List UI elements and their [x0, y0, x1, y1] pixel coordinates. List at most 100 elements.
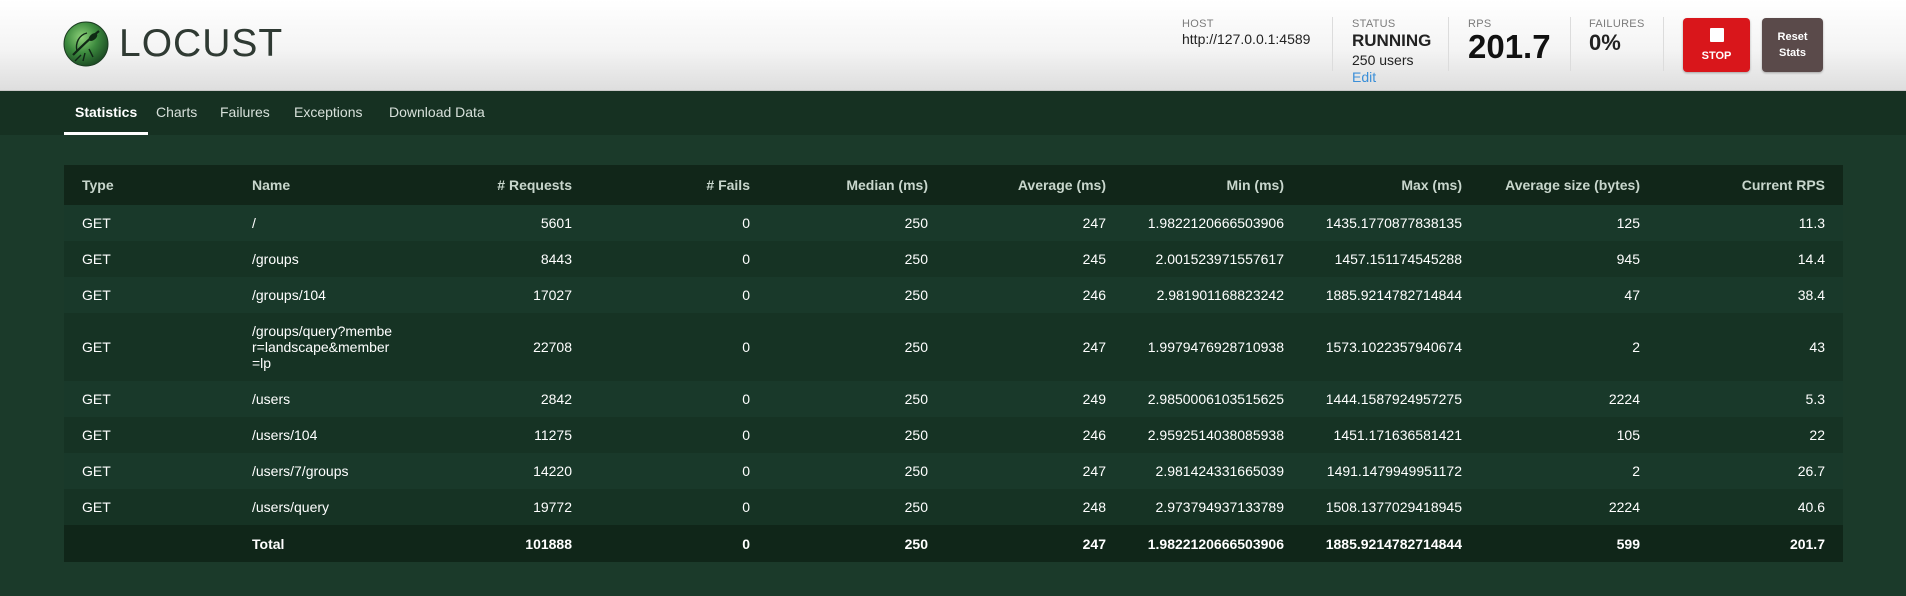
table-cell: 17027 [533, 287, 572, 303]
reset-stats-button[interactable]: Reset Stats [1762, 18, 1823, 72]
table-cell: 0 [742, 499, 750, 515]
locust-logo[interactable]: LOCUST [63, 19, 283, 69]
table-header-row: Type Name # Requests # Fails Median (ms)… [64, 165, 1843, 205]
tab-bar: Statistics Charts Failures Exceptions Do… [0, 91, 1906, 135]
table-row: GET/users/104 11275 0 250 246 2.9592514038085… [64, 417, 1843, 453]
table-cell: GET [82, 339, 111, 355]
total-row: Total 101888 0 250 247 1.982212066650390… [64, 525, 1843, 562]
stats-table-container: Type Name # Requests # Fails Median (ms)… [64, 165, 1843, 562]
total-cell: 101888 [525, 535, 572, 552]
table-cell: 2.973794937133789 [1155, 499, 1284, 515]
rps-value: 201.7 [1468, 28, 1551, 65]
table-cell: 8443 [540, 251, 572, 267]
column-header[interactable]: Median (ms) [768, 165, 946, 205]
table-cell: 40.6 [1797, 499, 1825, 515]
column-header[interactable]: # Fails [590, 165, 768, 205]
tab-charts[interactable]: Charts [156, 91, 197, 135]
column-header[interactable]: Name [234, 165, 412, 205]
endpoint-name-cell: / [252, 215, 256, 231]
table-row: GET/users/query 19772 0 250 248 2.97379493713… [64, 489, 1843, 525]
status-stat: STATUS RUNNING 250 users Edit [1352, 18, 1431, 85]
column-header[interactable]: Type [64, 165, 234, 205]
table-cell: 245 [1082, 251, 1106, 267]
divider [1332, 17, 1333, 71]
table-cell: GET [82, 215, 111, 231]
table-cell: 0 [742, 251, 750, 267]
table-row: GET/users/7/groups 14220 0 250 247 2.98142433… [64, 453, 1843, 489]
total-cell: 0 [742, 535, 750, 552]
column-header[interactable]: Average (ms) [946, 165, 1124, 205]
host-value: http://127.0.0.1:4589 [1182, 31, 1311, 47]
table-cell: 247 [1082, 339, 1106, 355]
column-header[interactable]: Average size (bytes) [1480, 165, 1658, 205]
table-cell: 5.3 [1805, 391, 1825, 407]
total-cell: 1.9822120666503906 [1147, 535, 1284, 552]
table-cell: 250 [904, 251, 928, 267]
table-row: GET/users 2842 0 250 249 2.9850006103515625 14… [64, 381, 1843, 417]
endpoint-name-cell: /users/7/groups [252, 463, 349, 479]
stop-button[interactable]: STOP [1683, 18, 1750, 72]
table-cell: 2224 [1608, 499, 1640, 515]
total-cell: Total [252, 535, 285, 552]
table-cell: 945 [1616, 251, 1640, 267]
table-cell: 5601 [540, 215, 572, 231]
column-header[interactable]: Current RPS [1658, 165, 1843, 205]
tab-failures[interactable]: Failures [220, 91, 270, 135]
tab-exceptions[interactable]: Exceptions [294, 91, 362, 135]
table-cell: 248 [1082, 499, 1106, 515]
table-cell: 249 [1082, 391, 1106, 407]
table-cell: 47 [1624, 287, 1640, 303]
table-cell: 247 [1082, 463, 1106, 479]
table-cell: 1.9822120666503906 [1147, 215, 1284, 231]
table-cell: 2.981901168823242 [1156, 287, 1284, 303]
table-cell: 14220 [533, 463, 572, 479]
table-cell: 38.4 [1797, 287, 1825, 303]
table-cell: 14.4 [1797, 251, 1825, 267]
column-header[interactable]: # Requests [412, 165, 590, 205]
table-cell: 2.9850006103515625 [1147, 391, 1284, 407]
table-cell: 0 [742, 215, 750, 231]
column-header[interactable]: Max (ms) [1302, 165, 1480, 205]
total-cell: 201.7 [1789, 535, 1825, 552]
status-value: RUNNING [1352, 31, 1432, 50]
table-cell: GET [82, 427, 111, 443]
failures-label: FAILURES [1589, 18, 1645, 30]
table-row: GET/groups 8443 0 250 245 2.001523971557617 14… [64, 241, 1843, 277]
table-cell: 250 [904, 391, 928, 407]
tab-statistics[interactable]: Statistics [64, 91, 149, 135]
status-label: STATUS [1352, 18, 1396, 30]
table-cell: 19772 [533, 499, 572, 515]
table-cell: 1885.9214782714844 [1325, 287, 1462, 303]
table-body: GET/5601 0 250 247 1.9822120666503906 1435.17… [64, 205, 1843, 525]
stop-label: STOP [1701, 50, 1732, 62]
table-cell: 1451.171636581421 [1333, 427, 1462, 443]
table-cell: 105 [1616, 427, 1640, 443]
table-cell: 2842 [540, 391, 572, 407]
rps-stat: RPS 201.7 [1468, 18, 1551, 66]
failures-stat: FAILURES 0% [1589, 18, 1645, 56]
tab-download-data[interactable]: Download Data [389, 91, 485, 135]
total-cell: 250 [904, 535, 928, 552]
divider [1448, 17, 1449, 71]
table-cell: 2 [1632, 463, 1640, 479]
host-label: HOST [1182, 18, 1214, 30]
table-cell: GET [82, 287, 111, 303]
column-header[interactable]: Min (ms) [1124, 165, 1302, 205]
table-cell: 250 [904, 215, 928, 231]
table-cell: 125 [1616, 215, 1640, 231]
host-stat: HOST http://127.0.0.1:4589 [1182, 18, 1310, 47]
table-cell: 250 [904, 339, 928, 355]
table-cell: 0 [742, 287, 750, 303]
table-cell: GET [82, 463, 111, 479]
edit-users-link[interactable]: Edit [1352, 69, 1431, 85]
table-cell: 0 [742, 339, 750, 355]
endpoint-name-cell: /users/104 [252, 427, 318, 443]
total-cell: 1885.9214782714844 [1325, 535, 1462, 552]
divider [1570, 17, 1571, 71]
divider [1663, 17, 1664, 71]
total-cell [64, 525, 234, 562]
table-cell: 22 [1809, 427, 1825, 443]
table-cell: 1491.1479949951172 [1326, 463, 1462, 479]
table-cell: 1435.1770877838135 [1325, 215, 1462, 231]
table-cell: 250 [904, 463, 928, 479]
